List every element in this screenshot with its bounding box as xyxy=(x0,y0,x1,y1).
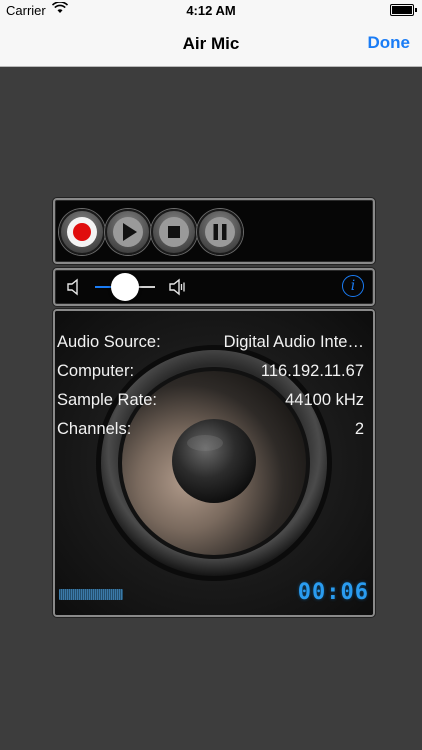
play-button[interactable] xyxy=(105,209,151,255)
stop-button[interactable] xyxy=(151,209,197,255)
detail-value: 2 xyxy=(354,420,364,438)
stop-icon xyxy=(159,217,189,247)
navigation-bar: Carrier 4:12 AM Air Mic Done xyxy=(0,0,422,67)
detail-row-channels: Channels: 2 xyxy=(55,420,373,444)
volume-slider-thumb[interactable] xyxy=(111,273,139,301)
record-button[interactable] xyxy=(59,209,105,255)
done-button[interactable]: Done xyxy=(368,33,411,53)
speaker-low-icon xyxy=(67,278,81,301)
audio-level-meter xyxy=(59,589,123,600)
details-panel: Audio Source: Digital Audio Inte… Comput… xyxy=(53,309,375,617)
pause-button[interactable] xyxy=(197,209,243,255)
detail-row-computer: Computer: 116.192.11.67 xyxy=(55,362,373,386)
transport-panel xyxy=(53,198,375,264)
detail-row-sample-rate: Sample Rate: 44100 kHz xyxy=(55,391,373,415)
speaker-high-icon xyxy=(169,278,187,301)
pause-icon xyxy=(205,217,235,247)
battery-icon xyxy=(390,4,417,16)
volume-panel: i xyxy=(53,268,375,306)
detail-value: 116.192.11.67 xyxy=(260,362,364,380)
detail-value: Digital Audio Inte… xyxy=(223,333,364,351)
detail-row-audio-source: Audio Source: Digital Audio Inte… xyxy=(55,333,373,357)
info-button[interactable]: i xyxy=(342,275,364,297)
detail-label: Sample Rate: xyxy=(57,391,157,409)
record-icon xyxy=(67,217,97,247)
clock: 4:12 AM xyxy=(186,3,236,18)
detail-value: 44100 kHz xyxy=(285,391,364,409)
status-bar: Carrier 4:12 AM xyxy=(0,0,422,20)
detail-label: Channels: xyxy=(57,420,132,438)
detail-label: Computer: xyxy=(57,362,135,380)
page-title: Air Mic xyxy=(182,34,240,53)
play-icon xyxy=(113,217,143,247)
detail-label: Audio Source: xyxy=(57,333,161,351)
elapsed-timer: 00:06 xyxy=(297,580,369,605)
